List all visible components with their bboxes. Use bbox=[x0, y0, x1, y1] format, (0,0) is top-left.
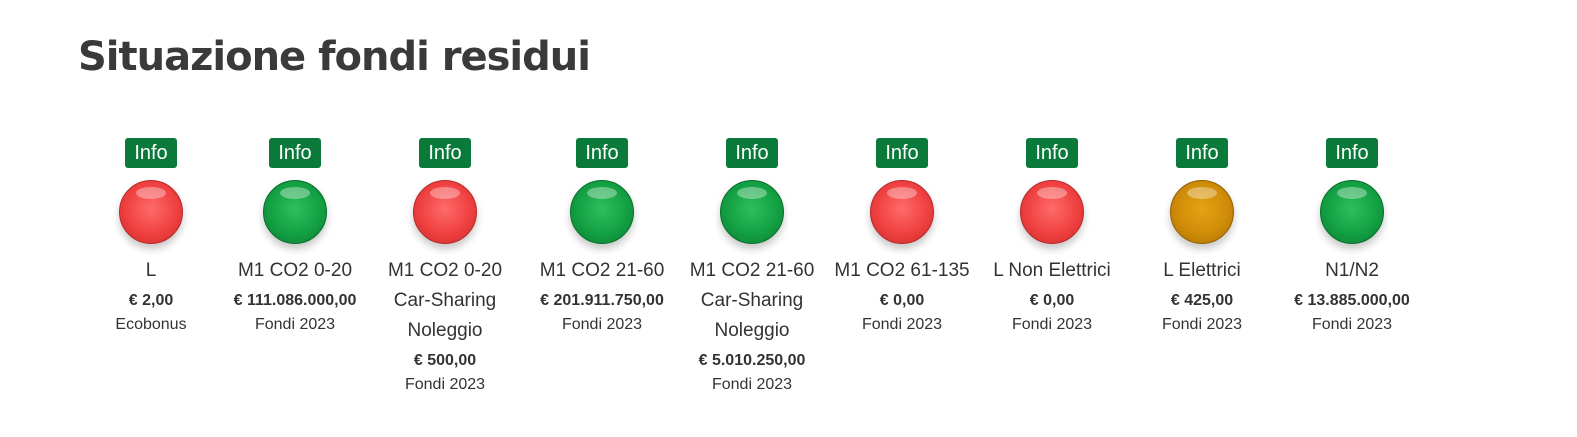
category-label: M1 CO2 0-20 bbox=[387, 260, 503, 281]
amount-value: € 13.885.000,00 bbox=[1294, 292, 1410, 309]
fund-label: Fondi 2023 bbox=[1311, 316, 1393, 333]
info-button[interactable]: Info bbox=[576, 138, 628, 168]
category-label: M1 CO2 0-20 bbox=[237, 260, 353, 281]
indicator-n1-n2: Info N1/N2 € 13.885.000,00 Fondi 2023 bbox=[1272, 138, 1432, 336]
info-button[interactable]: Info bbox=[1176, 138, 1228, 168]
category-label: M1 CO2 61-135 bbox=[834, 260, 970, 281]
status-light bbox=[870, 180, 934, 244]
status-light bbox=[1320, 180, 1384, 244]
status-light bbox=[720, 180, 784, 244]
amount-value: € 0,00 bbox=[1029, 292, 1075, 309]
amount-value: € 0,00 bbox=[879, 292, 925, 309]
category-label: M1 CO2 21-60 bbox=[689, 260, 815, 281]
indicator-l-non-elettrici: Info L Non Elettrici € 0,00 Fondi 2023 bbox=[972, 138, 1132, 336]
status-light bbox=[413, 180, 477, 244]
indicator-m1-co2-21-60-car-sharing: Info M1 CO2 21-60 Car-Sharing Noleggio €… bbox=[672, 138, 832, 396]
fund-label: Fondi 2023 bbox=[254, 316, 336, 333]
indicator-m1-co2-0-20-car-sharing: Info M1 CO2 0-20 Car-Sharing Noleggio € … bbox=[365, 138, 525, 396]
amount-value: € 5.010.250,00 bbox=[698, 352, 806, 369]
amount-value: € 425,00 bbox=[1170, 292, 1234, 309]
amount-value: € 201.911.750,00 bbox=[540, 292, 664, 309]
info-button[interactable]: Info bbox=[1026, 138, 1078, 168]
status-light bbox=[119, 180, 183, 244]
info-button[interactable]: Info bbox=[1326, 138, 1378, 168]
fund-label: Fondi 2023 bbox=[1011, 316, 1093, 333]
status-light bbox=[570, 180, 634, 244]
indicator-m1-co2-0-20: Info M1 CO2 0-20 € 111.086.000,00 Fondi … bbox=[215, 138, 375, 336]
status-light bbox=[1170, 180, 1234, 244]
indicator-m1-co2-61-135: Info M1 CO2 61-135 € 0,00 Fondi 2023 bbox=[822, 138, 982, 336]
amount-value: € 500,00 bbox=[413, 352, 477, 369]
fund-label: Fondi 2023 bbox=[404, 376, 486, 393]
page-title: Situazione fondi residui bbox=[78, 34, 591, 80]
category-label-line-3: Noleggio bbox=[714, 320, 790, 341]
indicator-l-elettrici: Info L Elettrici € 425,00 Fondi 2023 bbox=[1122, 138, 1282, 336]
status-light bbox=[263, 180, 327, 244]
info-button[interactable]: Info bbox=[419, 138, 471, 168]
indicator-m1-co2-21-60: Info M1 CO2 21-60 € 201.911.750,00 Fondi… bbox=[522, 138, 682, 336]
amount-value: € 2,00 bbox=[128, 292, 174, 309]
fund-label: Ecobonus bbox=[115, 316, 187, 333]
fund-label: Fondi 2023 bbox=[711, 376, 793, 393]
info-button[interactable]: Info bbox=[876, 138, 928, 168]
category-label: L Non Elettrici bbox=[993, 260, 1111, 281]
category-label: N1/N2 bbox=[1325, 260, 1379, 281]
category-label-line-3: Noleggio bbox=[407, 320, 483, 341]
fund-label: Fondi 2023 bbox=[561, 316, 643, 333]
category-label-line-2: Car-Sharing bbox=[393, 290, 497, 311]
category-label: L Elettrici bbox=[1163, 260, 1241, 281]
category-label: L bbox=[145, 260, 157, 281]
amount-value: € 111.086.000,00 bbox=[233, 292, 357, 309]
info-button[interactable]: Info bbox=[125, 138, 177, 168]
category-label: M1 CO2 21-60 bbox=[539, 260, 665, 281]
info-button[interactable]: Info bbox=[269, 138, 321, 168]
info-button[interactable]: Info bbox=[726, 138, 778, 168]
status-light bbox=[1020, 180, 1084, 244]
fund-label: Fondi 2023 bbox=[1161, 316, 1243, 333]
indicator-l: Info L € 2,00 Ecobonus bbox=[71, 138, 231, 336]
category-label-line-2: Car-Sharing bbox=[700, 290, 804, 311]
fund-label: Fondi 2023 bbox=[861, 316, 943, 333]
